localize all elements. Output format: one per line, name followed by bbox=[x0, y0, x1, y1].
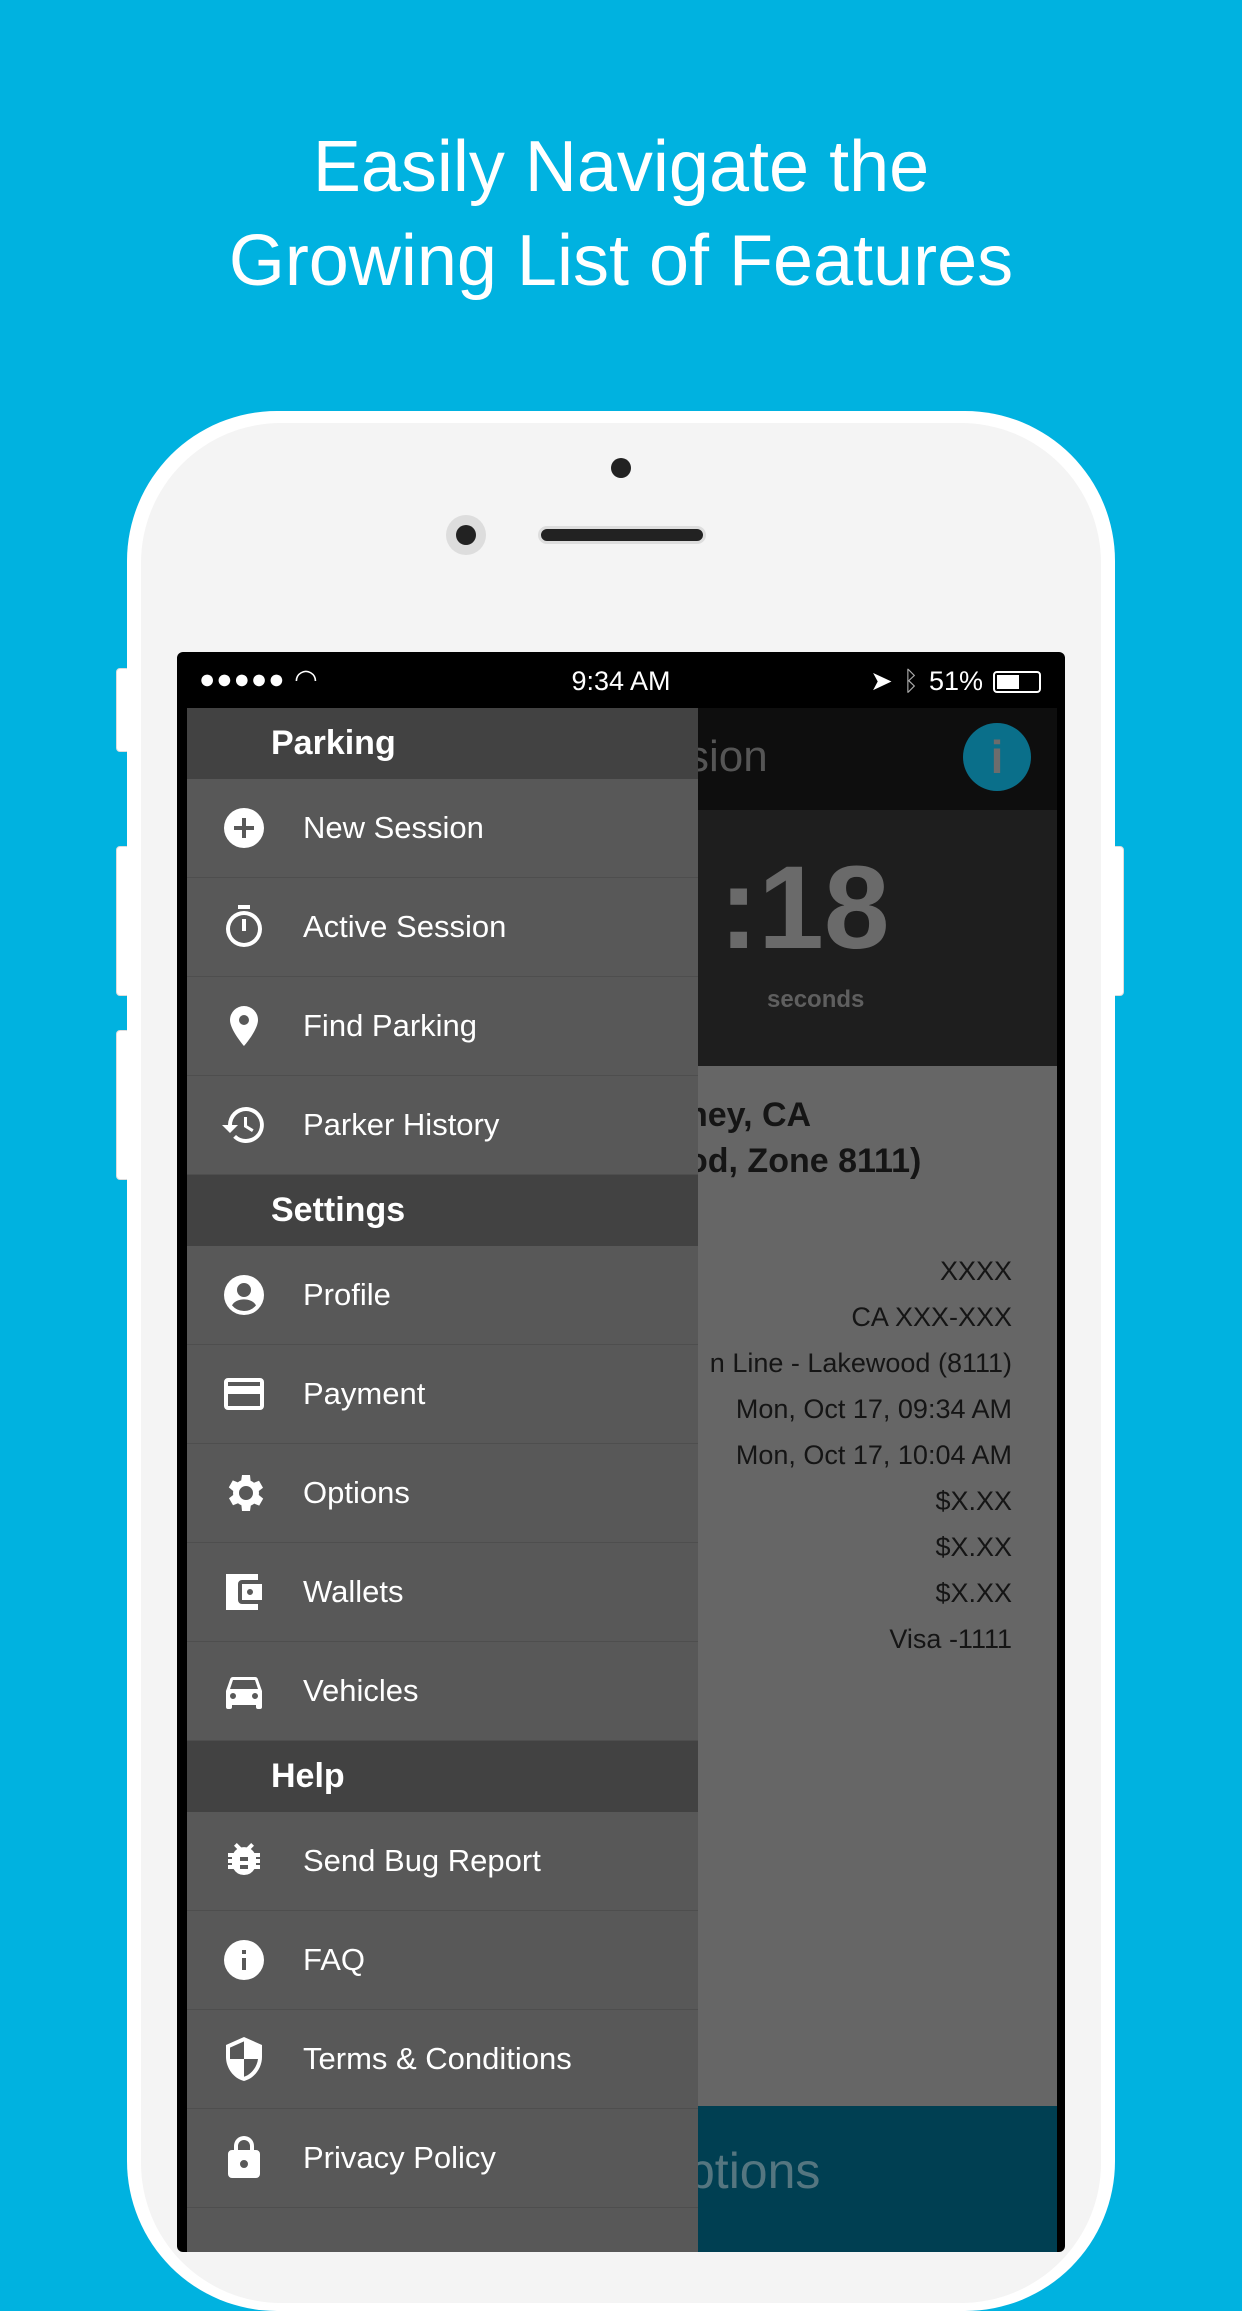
menu-item-find-parking[interactable]: Find Parking bbox=[187, 977, 698, 1076]
section-header-parking: Parking bbox=[187, 708, 698, 779]
menu-item-profile[interactable]: Profile bbox=[187, 1246, 698, 1345]
stopwatch-icon bbox=[219, 902, 269, 952]
headline: Easily Navigate the Growing List of Feat… bbox=[0, 120, 1242, 308]
screen-title: sion bbox=[687, 732, 768, 781]
menu-item-payment[interactable]: Payment bbox=[187, 1345, 698, 1444]
menu-item-terms-conditions[interactable]: Terms & Conditions bbox=[187, 2010, 698, 2109]
menu-item-send-bug-report[interactable]: Send Bug Report bbox=[187, 1812, 698, 1911]
headline-line-2: Growing List of Features bbox=[228, 221, 1014, 301]
section-header-help: Help bbox=[187, 1741, 698, 1812]
detail-value: $X.XX bbox=[935, 1532, 1012, 1562]
navigation-drawer: Parking New Session Active Session Find … bbox=[187, 708, 698, 2252]
detail-value: n Line - Lakewood (8111) bbox=[709, 1348, 1012, 1378]
app-content: sion i :18 seconds ney, CA od, Zone 8111… bbox=[187, 708, 1057, 2252]
bug-icon bbox=[219, 1836, 269, 1886]
detail-value: Mon, Oct 17, 10:04 AM bbox=[735, 1440, 1012, 1470]
location-arrow-icon: ➤ bbox=[870, 666, 893, 696]
menu-item-active-session[interactable]: Active Session bbox=[187, 878, 698, 977]
detail-value: Mon, Oct 17, 09:34 AM bbox=[735, 1394, 1012, 1424]
detail-value: $X.XX bbox=[935, 1486, 1012, 1516]
detail-value: Visa -1111 bbox=[889, 1624, 1012, 1654]
earpiece-speaker bbox=[538, 526, 706, 544]
gear-icon bbox=[219, 1468, 269, 1518]
menu-item-new-session[interactable]: New Session bbox=[187, 779, 698, 878]
battery-percent: 51% bbox=[928, 666, 983, 696]
front-camera bbox=[446, 515, 486, 555]
car-icon bbox=[219, 1666, 269, 1716]
menu-item-vehicles[interactable]: Vehicles bbox=[187, 1642, 698, 1741]
menu-item-privacy-policy[interactable]: Privacy Policy bbox=[187, 2109, 698, 2208]
map-pin-icon bbox=[219, 1001, 269, 1051]
battery-icon bbox=[993, 670, 1041, 693]
credit-card-icon bbox=[219, 1369, 269, 1419]
status-bar: ●●●●● ◠ 9:34 AM ➤ ᛒ 51% bbox=[187, 652, 1055, 708]
sensor bbox=[611, 458, 631, 478]
bluetooth-icon: ᛒ bbox=[902, 666, 919, 696]
menu-item-wallets[interactable]: Wallets bbox=[187, 1543, 698, 1642]
timer-value: :18 bbox=[719, 842, 890, 974]
location-line-2: od, Zone 8111) bbox=[687, 1142, 922, 1180]
timer-unit: seconds bbox=[767, 986, 865, 1013]
lock-icon bbox=[219, 2133, 269, 2183]
shield-icon bbox=[219, 2034, 269, 2084]
menu-item-faq[interactable]: FAQ bbox=[187, 1911, 698, 2010]
section-header-settings: Settings bbox=[187, 1175, 698, 1246]
info-button[interactable]: i bbox=[963, 723, 1031, 791]
menu-item-parker-history[interactable]: Parker History bbox=[187, 1076, 698, 1175]
detail-value: $X.XX bbox=[935, 1578, 1012, 1608]
phone-screen: ●●●●● ◠ 9:34 AM ➤ ᛒ 51% sion i :18 seconds… bbox=[177, 652, 1065, 2252]
wallet-icon bbox=[219, 1567, 269, 1617]
location-line-1: ney, CA bbox=[687, 1096, 812, 1134]
detail-value: XXXX bbox=[939, 1256, 1012, 1286]
menu-item-options[interactable]: Options bbox=[187, 1444, 698, 1543]
user-icon bbox=[219, 1270, 269, 1320]
info-icon bbox=[219, 1935, 269, 1985]
headline-line-1: Easily Navigate the bbox=[312, 127, 930, 207]
plus-circle-icon bbox=[219, 803, 269, 853]
history-icon bbox=[219, 1100, 269, 1150]
detail-value: CA XXX-XXX bbox=[851, 1302, 1012, 1332]
